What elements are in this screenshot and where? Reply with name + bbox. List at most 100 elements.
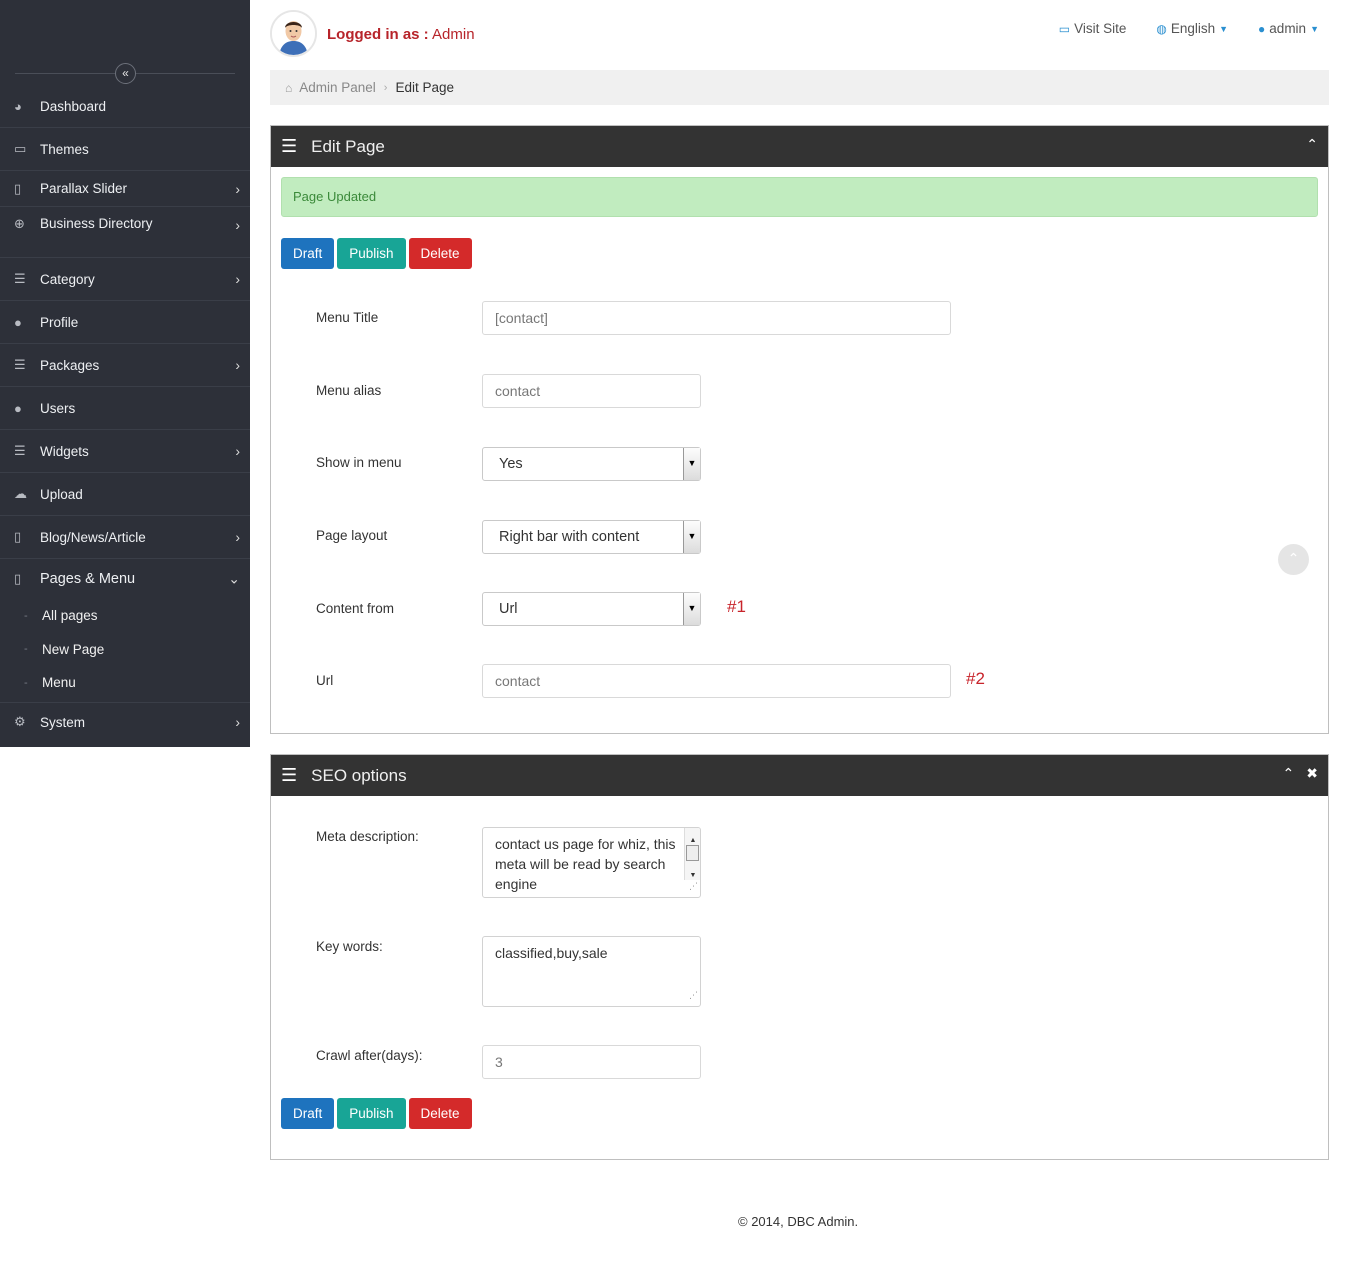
chevron-up-icon[interactable]: ⌃ bbox=[1306, 136, 1318, 153]
sidebar-item-widgets[interactable]: ☰ Widgets › bbox=[0, 430, 250, 473]
sidebar-subitem-label: All pages bbox=[42, 608, 98, 624]
hamburger-icon: ☰ bbox=[281, 136, 298, 156]
page-layout-value: Right bar with content bbox=[499, 529, 640, 545]
dash-bullet: - bbox=[24, 676, 28, 689]
monitor-icon: ▭ bbox=[14, 141, 27, 156]
sidebar-item-label: Pages & Menu bbox=[40, 571, 136, 587]
sidebar-item-blog-news-article[interactable]: ▯ Blog/News/Article › bbox=[0, 516, 250, 559]
select-arrow-icon: ▼ bbox=[683, 593, 700, 625]
keywords-row: Key words: classified,buy,sale ⋰ bbox=[316, 936, 1316, 1010]
keywords-textarea[interactable]: classified,buy,sale ⋰ bbox=[482, 936, 701, 1007]
sidebar-item-label: Dashboard bbox=[40, 98, 107, 114]
sidebar-item-label: Business Directory bbox=[40, 216, 153, 231]
sidebar-subitem-label: New Page bbox=[42, 641, 105, 657]
file-icon: ▯ bbox=[14, 180, 22, 196]
sidebar-subitem-all-pages[interactable]: - All pages bbox=[0, 599, 250, 633]
user-dropdown[interactable]: ● admin ▼ bbox=[1258, 21, 1319, 36]
sidebar-item-parallax-slider[interactable]: ▯ Parallax Slider › bbox=[0, 171, 250, 207]
publish-button[interactable]: Publish bbox=[337, 238, 406, 269]
panel-controls: ⌃ ✖ bbox=[1283, 765, 1318, 782]
draft-button[interactable]: Draft bbox=[281, 238, 335, 269]
plus-circle-icon: ⊕ bbox=[14, 216, 25, 231]
sidebar-item-label: Themes bbox=[40, 141, 89, 157]
sidebar-item-themes[interactable]: ▭ Themes bbox=[0, 128, 250, 171]
list-icon: ☰ bbox=[14, 357, 26, 372]
content-from-select[interactable]: Url ▼ bbox=[482, 592, 701, 626]
sidebar-subitem-menu[interactable]: - Menu bbox=[0, 666, 250, 700]
sidebar-item-profile[interactable]: ● Profile bbox=[0, 301, 250, 344]
globe-icon: ◍ bbox=[1156, 21, 1167, 36]
user-menu-label: admin bbox=[1269, 21, 1307, 36]
panel-header: ☰ Edit Page ⌃ bbox=[271, 126, 1328, 167]
visit-site-link[interactable]: ▭ Visit Site bbox=[1059, 21, 1127, 36]
sidebar-item-label: Category bbox=[40, 271, 95, 287]
resize-grip-icon[interactable]: ⋰ bbox=[689, 876, 698, 896]
draft-button[interactable]: Draft bbox=[281, 1098, 335, 1129]
sidebar-item-category[interactable]: ☰ Category › bbox=[0, 258, 250, 301]
select-arrow-icon: ▼ bbox=[683, 448, 700, 480]
show-in-menu-value: Yes bbox=[499, 456, 523, 472]
sidebar-item-label: Users bbox=[40, 400, 76, 416]
page-layout-row: Page layout Right bar with content ▼ bbox=[316, 520, 1316, 562]
content-from-label: Content from bbox=[316, 601, 395, 616]
cloud-upload-icon: ☁ bbox=[14, 486, 27, 501]
show-in-menu-select[interactable]: Yes ▼ bbox=[482, 447, 701, 481]
list-icon: ☰ bbox=[14, 271, 26, 286]
annotation-marker-2: #2 bbox=[966, 669, 985, 688]
select-arrow-icon: ▼ bbox=[683, 521, 700, 553]
chevron-right-icon: › bbox=[235, 217, 240, 233]
textarea-scrollbar[interactable]: ▲ ▼ bbox=[684, 828, 700, 880]
sidebar-item-upload[interactable]: ☁ Upload bbox=[0, 473, 250, 516]
sidebar-item-packages[interactable]: ☰ Packages › bbox=[0, 344, 250, 387]
visit-site-label: Visit Site bbox=[1074, 21, 1127, 36]
caret-down-icon: ▼ bbox=[1219, 23, 1229, 34]
footer: © 2014, DBC Admin. bbox=[738, 1214, 859, 1229]
panel-title: Edit Page bbox=[311, 136, 385, 156]
scroll-thumb[interactable] bbox=[686, 845, 699, 861]
breadcrumb-admin-panel[interactable]: Admin Panel bbox=[299, 80, 376, 95]
chevron-up-icon[interactable]: ⌃ bbox=[1283, 765, 1295, 782]
sidebar-item-pages-menu[interactable]: ▯ Pages & Menu ⌄ bbox=[0, 559, 250, 599]
sidebar-item-users[interactable]: ● Users bbox=[0, 387, 250, 430]
sidebar-menu: ◕ Dashboard ▭ Themes ▯ Parallax Slider ›… bbox=[0, 85, 250, 742]
language-label: English bbox=[1170, 21, 1216, 36]
language-dropdown[interactable]: ◍ English ▼ bbox=[1156, 21, 1228, 36]
sidebar: « ◕ Dashboard ▭ Themes ▯ Parallax Slider… bbox=[0, 0, 250, 747]
dash-bullet: - bbox=[24, 643, 28, 656]
panel-header: ☰ SEO options ⌃ ✖ bbox=[271, 755, 1328, 796]
double-chevron-left-icon[interactable]: « bbox=[115, 63, 136, 84]
crawl-after-input[interactable]: 3 bbox=[482, 1045, 701, 1079]
sidebar-item-business-directory[interactable]: ⊕ Business Directory › bbox=[0, 207, 250, 258]
breadcrumb: ⌂ Admin Panel › Edit Page bbox=[270, 70, 1329, 105]
home-icon: ⌂ bbox=[285, 80, 293, 95]
dash-bullet: - bbox=[24, 609, 28, 622]
meta-description-textarea[interactable]: contact us page for whiz, this meta will… bbox=[482, 827, 701, 898]
sidebar-subitem-label: Menu bbox=[42, 675, 76, 691]
delete-button[interactable]: Delete bbox=[408, 238, 472, 269]
sidebar-subitem-new-page[interactable]: - New Page bbox=[0, 633, 250, 667]
resize-grip-icon[interactable]: ⋰ bbox=[689, 985, 698, 1005]
sidebar-item-label: Packages bbox=[40, 357, 100, 373]
publish-button[interactable]: Publish bbox=[337, 1098, 406, 1129]
sidebar-item-label: Widgets bbox=[40, 443, 89, 459]
sidebar-item-label: Blog/News/Article bbox=[40, 529, 146, 545]
close-icon[interactable]: ✖ bbox=[1306, 765, 1318, 782]
sidebar-item-label: System bbox=[40, 714, 86, 730]
crawl-after-label: Crawl after(days): bbox=[316, 1048, 423, 1063]
sidebar-item-system[interactable]: ⚙ System › bbox=[0, 701, 250, 742]
url-input[interactable]: contact bbox=[482, 664, 951, 698]
menu-alias-input[interactable]: contact bbox=[482, 374, 701, 408]
page-layout-select[interactable]: Right bar with content ▼ bbox=[482, 520, 701, 554]
user-icon: ● bbox=[1258, 21, 1266, 36]
avatar[interactable] bbox=[270, 10, 317, 57]
delete-button[interactable]: Delete bbox=[408, 1098, 472, 1129]
users-icon: ● bbox=[14, 400, 22, 416]
sidebar-item-label: Upload bbox=[40, 486, 83, 502]
chevron-right-icon: › bbox=[235, 271, 240, 287]
chevron-right-icon: › bbox=[235, 357, 240, 373]
scroll-to-top-button[interactable]: ⌃ bbox=[1278, 544, 1309, 575]
menu-alias-label: Menu alias bbox=[316, 383, 382, 398]
sidebar-item-dashboard[interactable]: ◕ Dashboard bbox=[0, 85, 250, 128]
action-buttons: Draft Publish Delete bbox=[281, 238, 472, 269]
menu-title-input[interactable]: [contact] bbox=[482, 301, 951, 335]
